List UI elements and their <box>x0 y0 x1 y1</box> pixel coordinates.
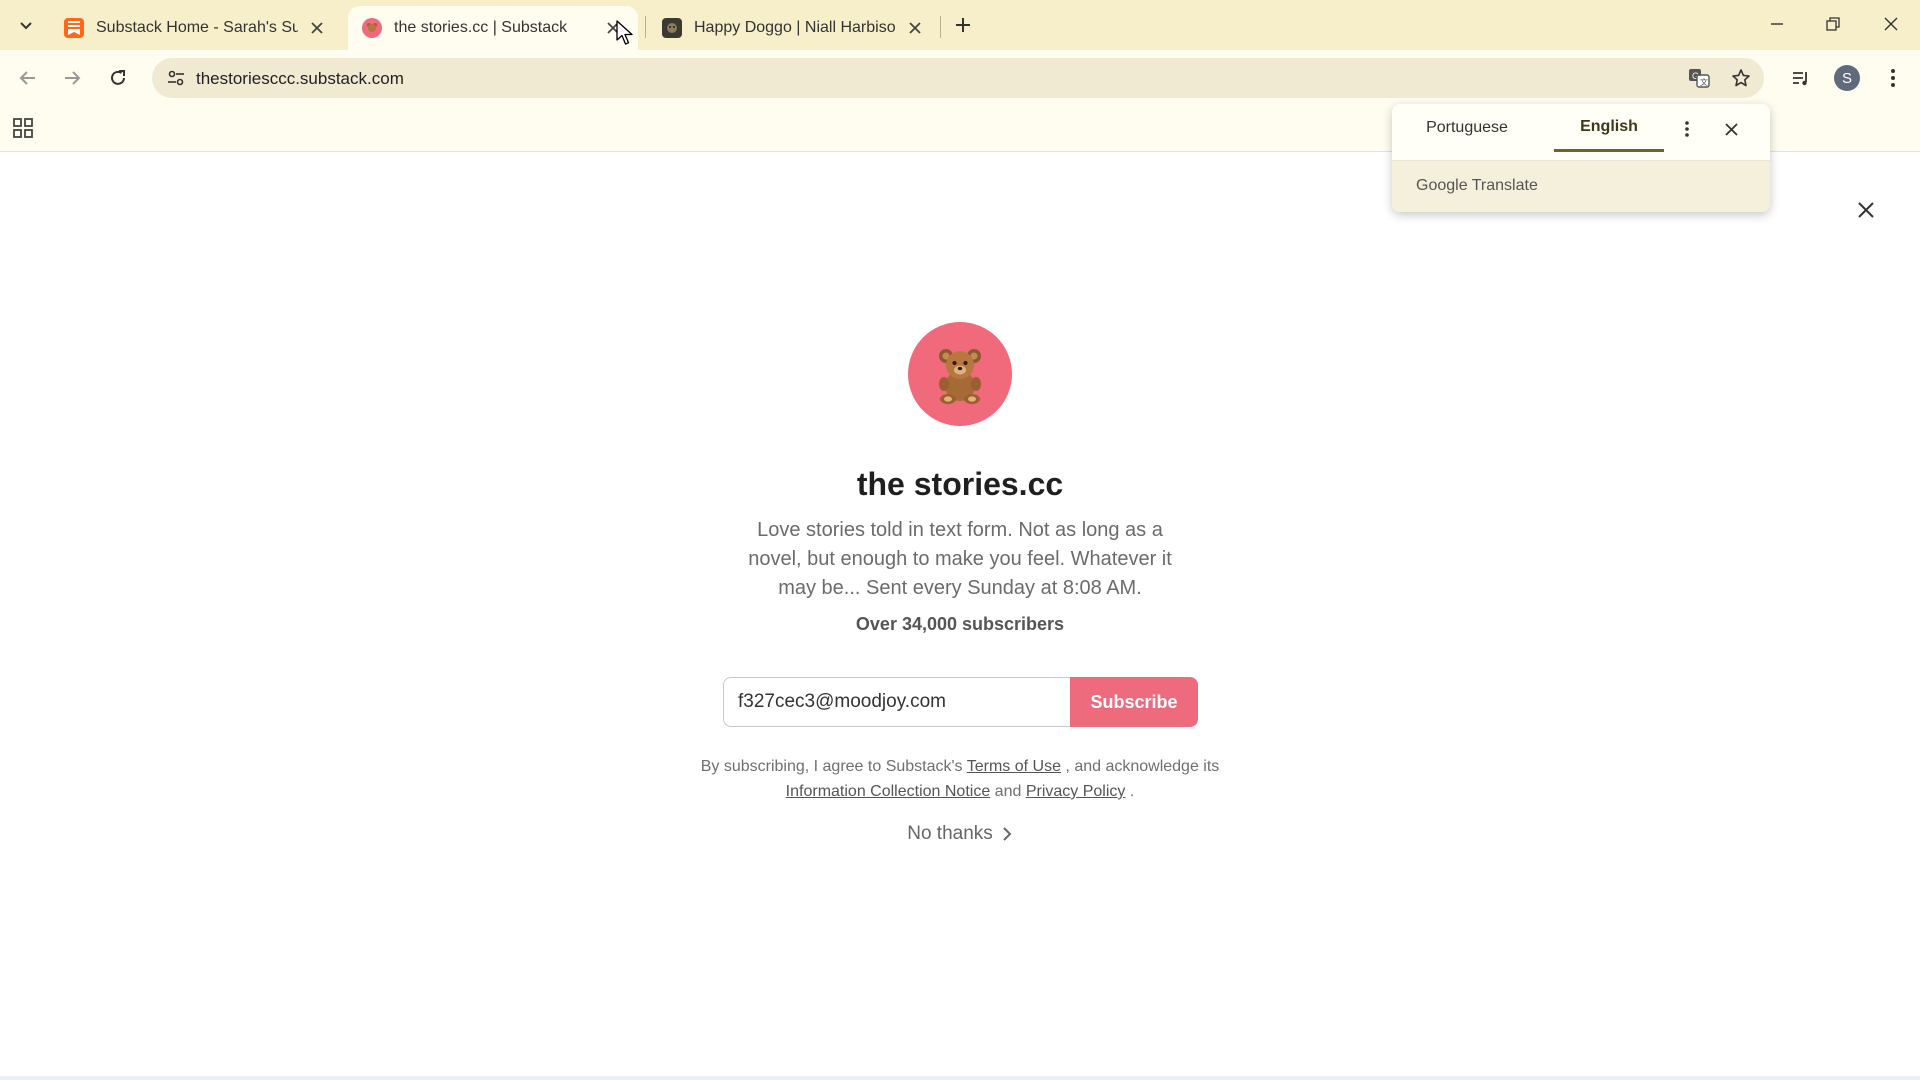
tab-search-button[interactable] <box>12 12 40 40</box>
tab-separator <box>645 16 646 38</box>
close-icon <box>909 22 921 34</box>
close-icon <box>1884 17 1898 31</box>
media-controls-button[interactable] <box>1784 61 1818 95</box>
no-thanks-label: No thanks <box>907 823 993 844</box>
tab-close-button[interactable] <box>904 17 926 39</box>
publication-title: the stories.cc <box>856 466 1064 502</box>
bookmark-star-button[interactable] <box>1726 64 1756 92</box>
media-queue-icon <box>1793 72 1807 86</box>
publication-description: Love stories told in text form. Not as l… <box>748 519 1172 599</box>
tune-icon <box>168 70 184 86</box>
arrow-right-icon <box>65 71 81 85</box>
tab-title: Happy Doggo | Niall Harbison | Substack <box>694 19 896 36</box>
profile-button[interactable]: S <box>1830 61 1864 95</box>
dog-photo-icon <box>662 18 682 38</box>
minimize-button[interactable] <box>1754 6 1800 42</box>
close-icon <box>1724 122 1738 136</box>
subscribe-button[interactable]: Subscribe <box>1070 677 1198 727</box>
forward-button[interactable] <box>54 60 90 96</box>
close-window-button[interactable] <box>1868 6 1914 42</box>
site-info-button[interactable] <box>162 64 190 92</box>
arrow-left-icon <box>19 71 35 85</box>
subscribe-page: the stories.cc Love stories told in text… <box>0 152 1920 1080</box>
star-icon <box>1732 69 1750 87</box>
teddy-bear-icon <box>939 349 981 404</box>
chevron-right-icon <box>1003 827 1012 841</box>
browser-toolbar: thestoriesccc.substack.com G文 S <box>0 50 1920 106</box>
svg-text:文: 文 <box>1700 77 1708 87</box>
tab-the-stories[interactable]: the stories.cc | Substack <box>348 6 638 50</box>
minimize-icon <box>1771 23 1783 25</box>
chevron-down-icon <box>20 22 32 30</box>
tab-separator <box>940 16 941 38</box>
reload-icon <box>111 70 125 85</box>
address-bar[interactable]: thestoriesccc.substack.com G文 <box>152 58 1764 98</box>
restore-icon <box>1826 17 1840 31</box>
restore-button[interactable] <box>1810 6 1856 42</box>
apps-button[interactable] <box>12 117 36 141</box>
legal-notice: By subscribing, I agree to Substack's Te… <box>660 754 1260 804</box>
tab-happy-doggo[interactable]: Happy Doggo | Niall Harbison | Substack <box>648 6 940 50</box>
mouse-cursor-icon <box>616 20 633 45</box>
google-translate-brand: Google Translate <box>1416 177 1538 194</box>
publication-logo <box>908 322 1012 426</box>
legal-text: . <box>1129 783 1135 800</box>
kebab-menu-icon <box>1891 69 1895 87</box>
plus-icon <box>956 18 970 32</box>
legal-text: By subscribing, I agree to Substack's <box>700 758 963 775</box>
url-text: thestoriesccc.substack.com <box>196 69 404 88</box>
translate-options-button[interactable] <box>1674 116 1700 142</box>
close-icon <box>1858 202 1874 218</box>
tab-strip: Substack Home - Sarah's Substack the sto… <box>0 0 1920 50</box>
subscriber-count: Over 34,000 subscribers <box>855 614 1065 634</box>
new-tab-button[interactable] <box>948 10 978 40</box>
translate-popup: Portuguese English Google Translate <box>1392 104 1770 212</box>
email-field[interactable] <box>723 677 1071 727</box>
translate-language-portuguese[interactable]: Portuguese <box>1412 104 1522 152</box>
no-thanks-button[interactable]: No thanks <box>860 816 1060 852</box>
tab-close-button[interactable] <box>306 17 328 39</box>
apps-grid-icon <box>13 118 33 138</box>
close-icon <box>311 22 323 34</box>
legal-text: and <box>994 783 1022 800</box>
tab-title: Substack Home - Sarah's Substack <box>96 19 298 36</box>
translate-close-button[interactable] <box>1718 116 1744 142</box>
information-collection-notice-link[interactable]: Information Collection Notice <box>786 783 991 800</box>
teddy-bear-icon <box>362 18 382 38</box>
legal-text: , and acknowledge its <box>1065 758 1220 775</box>
reload-button[interactable] <box>100 60 136 96</box>
tab-title: the stories.cc | Substack <box>394 19 568 36</box>
privacy-policy-link[interactable]: Privacy Policy <box>1026 783 1126 800</box>
translate-language-english[interactable]: English <box>1554 104 1664 152</box>
translate-page-button[interactable]: G文 <box>1684 64 1714 92</box>
tab-substack-home[interactable]: Substack Home - Sarah's Substack <box>50 6 342 50</box>
kebab-menu-icon <box>1685 121 1689 137</box>
page-bottom-divider <box>0 1076 1920 1080</box>
browser-menu-button[interactable] <box>1876 61 1910 95</box>
translate-icon: G文 <box>1689 69 1710 88</box>
back-button[interactable] <box>10 60 46 96</box>
close-modal-button[interactable] <box>1848 192 1884 228</box>
terms-of-use-link[interactable]: Terms of Use <box>967 758 1061 775</box>
translate-footer: Google Translate <box>1392 161 1770 212</box>
avatar: S <box>1834 65 1860 91</box>
substack-logo-icon <box>64 18 84 38</box>
